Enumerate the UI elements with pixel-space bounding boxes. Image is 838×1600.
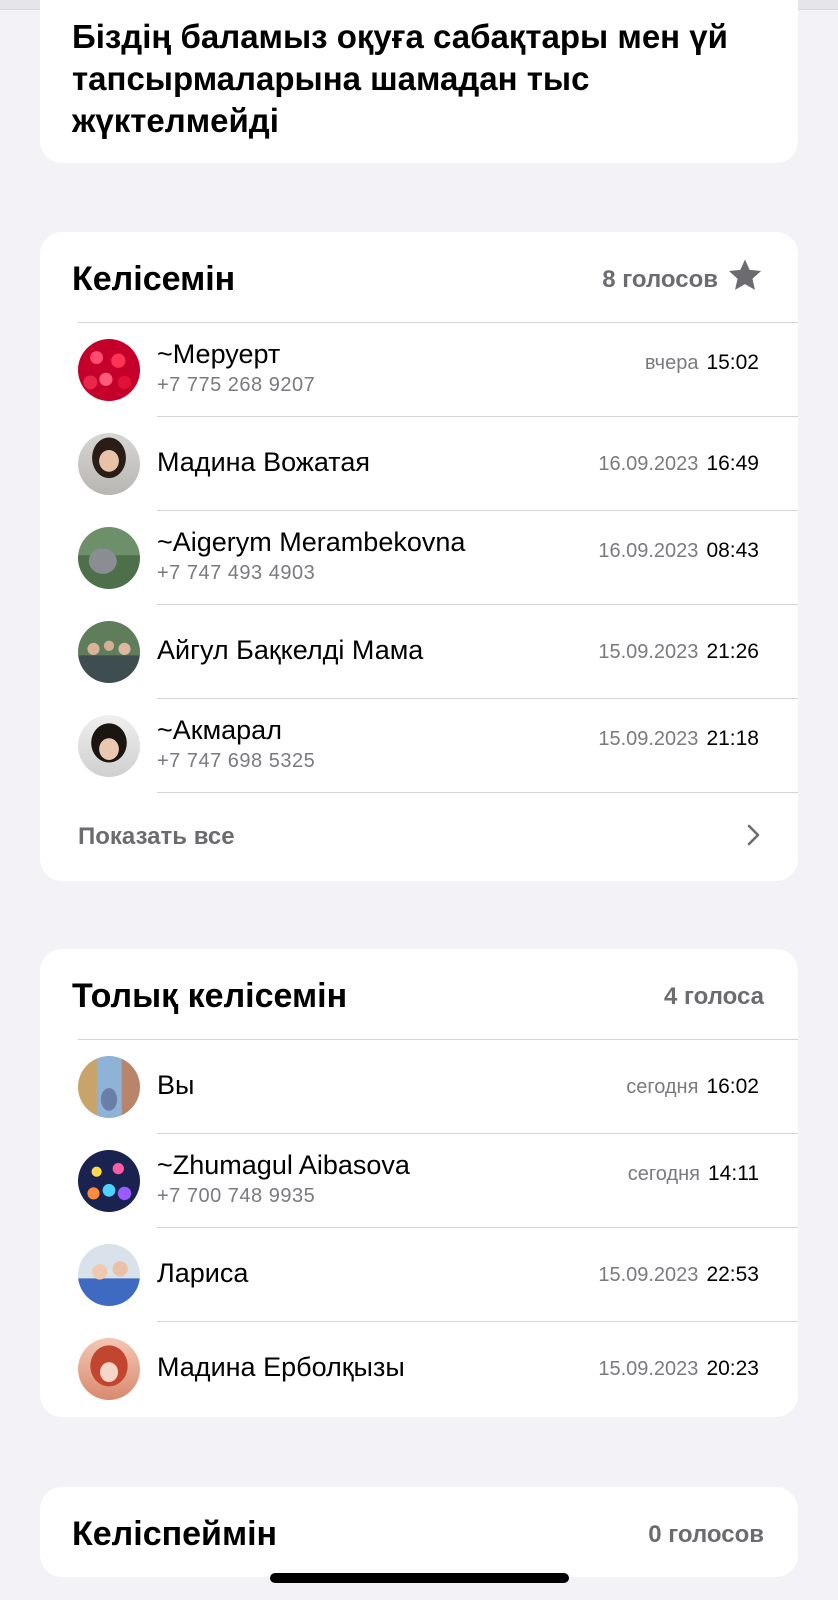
avatar bbox=[78, 1056, 140, 1118]
vote-date: сегодня bbox=[626, 1076, 699, 1098]
option-card-disagree: Келіспеймін 0 голосов bbox=[40, 1487, 798, 1577]
voter-row[interactable]: Мадина Вожатая 16.09.2023 16:49 bbox=[40, 417, 798, 511]
voter-row[interactable]: Лариса 15.09.2023 22:53 bbox=[40, 1228, 798, 1322]
poll-question-card: Біздің баламыз оқуға сабақтары мен үй та… bbox=[40, 0, 798, 163]
voter-phone: +7 747 698 5325 bbox=[157, 750, 316, 772]
show-all-button[interactable]: Показать все bbox=[40, 793, 798, 877]
vote-time: 14:11 bbox=[708, 1162, 759, 1185]
avatar bbox=[78, 621, 140, 683]
voter-phone: +7 747 493 4903 bbox=[157, 562, 316, 584]
voter-name: Мадина Ерболқызы bbox=[157, 1352, 405, 1382]
voter-phone: +7 700 748 9935 bbox=[157, 1185, 316, 1207]
voter-row[interactable]: Айгул Бақкелді Мама 15.09.2023 21:26 bbox=[40, 605, 798, 699]
vote-count: 8 голосов bbox=[602, 266, 718, 293]
voter-name: Лариса bbox=[157, 1258, 249, 1288]
voter-row[interactable]: ~Aigerym Merambekovna +7 747 493 4903 16… bbox=[40, 511, 798, 605]
vote-timestamp: 16.09.2023 16:49 bbox=[598, 452, 759, 476]
vote-timestamp: 15.09.2023 20:23 bbox=[598, 1357, 759, 1381]
avatar bbox=[78, 339, 140, 401]
vote-date: 16.09.2023 bbox=[598, 540, 699, 562]
voter-row[interactable]: Вы сегодня 16:02 bbox=[40, 1040, 798, 1134]
avatar bbox=[78, 433, 140, 495]
star-icon[interactable] bbox=[726, 256, 764, 294]
vote-timestamp: 15.09.2023 21:18 bbox=[598, 727, 759, 751]
vote-time: 21:18 bbox=[706, 727, 759, 750]
avatar bbox=[78, 1244, 140, 1306]
vote-time: 15:02 bbox=[706, 351, 759, 374]
home-indicator[interactable] bbox=[270, 1573, 569, 1583]
voter-phone: +7 775 268 9207 bbox=[157, 374, 316, 396]
voter-name: ~Акмарал bbox=[157, 715, 282, 745]
option-title: Келісемін bbox=[72, 260, 236, 298]
vote-date: 15.09.2023 bbox=[598, 641, 699, 663]
vote-time: 22:53 bbox=[706, 1263, 759, 1286]
voter-name: ~Меруерт bbox=[157, 339, 281, 369]
chevron-right-icon bbox=[747, 824, 760, 846]
option-card-fully-agree: Толық келісемін 4 голоса Вы сегодня 16:02… bbox=[40, 949, 798, 1417]
vote-date: 15.09.2023 bbox=[598, 1358, 699, 1380]
avatar bbox=[78, 1338, 140, 1400]
voter-name: ~Zhumagul Aibasova bbox=[157, 1150, 410, 1180]
vote-date: 15.09.2023 bbox=[598, 728, 699, 750]
vote-time: 08:43 bbox=[706, 539, 759, 562]
voter-row[interactable]: ~Меруерт +7 775 268 9207 вчера 15:02 bbox=[40, 323, 798, 417]
vote-time: 16:49 bbox=[706, 452, 759, 475]
voter-name: Вы bbox=[157, 1070, 195, 1100]
option-header: Келіспеймін 0 голосов bbox=[40, 1487, 798, 1577]
vote-date: 15.09.2023 bbox=[598, 1264, 699, 1286]
avatar bbox=[78, 1150, 140, 1212]
vote-date: 16.09.2023 bbox=[598, 453, 699, 475]
vote-count: 0 голосов bbox=[648, 1521, 764, 1548]
vote-timestamp: вчера 15:02 bbox=[645, 351, 759, 375]
avatar bbox=[78, 527, 140, 589]
show-all-label: Показать все bbox=[78, 823, 235, 850]
voter-row[interactable]: ~Акмарал +7 747 698 5325 15.09.2023 21:18 bbox=[40, 699, 798, 793]
vote-time: 16:02 bbox=[706, 1075, 759, 1098]
option-title: Келіспеймін bbox=[72, 1515, 278, 1553]
avatar bbox=[78, 715, 140, 777]
voter-row[interactable]: Мадина Ерболқызы 15.09.2023 20:23 bbox=[40, 1322, 798, 1416]
vote-time: 20:23 bbox=[706, 1357, 759, 1380]
vote-timestamp: сегодня 16:02 bbox=[626, 1075, 759, 1099]
vote-timestamp: сегодня 14:11 bbox=[628, 1162, 759, 1186]
voter-row[interactable]: ~Zhumagul Aibasova +7 700 748 9935 сегод… bbox=[40, 1134, 798, 1228]
vote-time: 21:26 bbox=[706, 640, 759, 663]
option-card-agree: Келісемін 8 голосов ~Меруерт +7 775 268 … bbox=[40, 232, 798, 881]
voter-name: ~Aigerym Merambekovna bbox=[157, 527, 466, 557]
option-header: Толық келісемін 4 голоса bbox=[40, 949, 798, 1040]
vote-date: сегодня bbox=[627, 1163, 700, 1185]
vote-timestamp: 15.09.2023 22:53 bbox=[598, 1263, 759, 1287]
voter-name: Айгул Бақкелді Мама bbox=[157, 635, 424, 665]
option-header: Келісемін 8 голосов bbox=[40, 232, 798, 323]
voter-name: Мадина Вожатая bbox=[157, 447, 370, 477]
vote-timestamp: 16.09.2023 08:43 bbox=[598, 539, 759, 563]
vote-count: 4 голоса bbox=[663, 983, 764, 1010]
vote-timestamp: 15.09.2023 21:26 bbox=[598, 640, 759, 664]
poll-question: Біздің баламыз оқуға сабақтары мен үй та… bbox=[72, 18, 728, 139]
option-title: Толық келісемін bbox=[72, 977, 348, 1015]
vote-date: вчера bbox=[644, 352, 699, 374]
